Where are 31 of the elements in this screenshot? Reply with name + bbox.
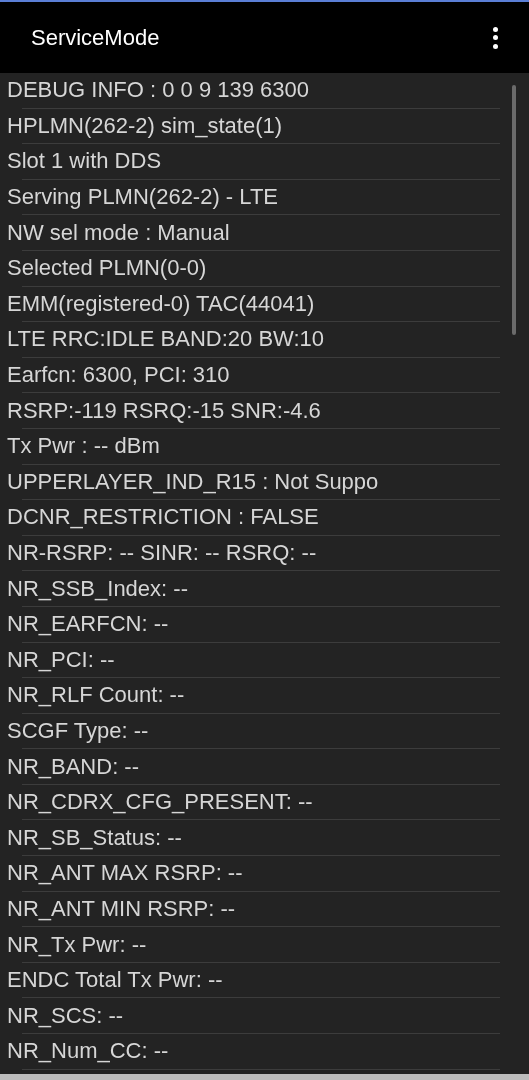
info-line: NR_CDRX_CFG_PRESENT: -- <box>7 791 313 814</box>
info-line: NR_BAND: -- <box>7 755 139 778</box>
more-options-icon[interactable] <box>491 26 499 49</box>
info-line: SCGF Type: -- <box>7 720 149 742</box>
info-line: Serving PLMN(262-2) - LTE <box>7 186 278 209</box>
info-line: Slot 1 with DDS <box>7 150 162 173</box>
info-line: NR-RSRP: -- SINR: -- RSRQ: -- <box>7 542 317 564</box>
info-line: NR_Num_CC: -- <box>7 1040 169 1063</box>
info-line: NR_PCI: -- <box>7 648 115 671</box>
info-line: NR_SSB_Index: -- <box>7 577 188 600</box>
info-line: NR_SB_Status: -- <box>7 826 182 849</box>
info-line: Selected PLMN(0-0) <box>7 257 207 280</box>
info-line: HPLMN(262-2) sim_state(1) <box>7 114 283 137</box>
info-line: Tx Pwr : -- dBm <box>7 435 160 458</box>
info-line: UPPERLAYER_IND_R15 : Not Suppo <box>7 470 379 493</box>
info-line: DEBUG INFO : 0 0 9 139 6300 <box>7 79 310 102</box>
info-line: EMM(registered-0) TAC(44041) <box>7 292 315 315</box>
info-line: NR_Tx Pwr: -- <box>7 933 147 956</box>
info-line: ENDC Total Tx Pwr: -- <box>7 969 223 992</box>
info-line: NR_SCS: -- <box>7 1004 124 1027</box>
info-line: Earfcn: 6300, PCI: 310 <box>7 364 230 387</box>
info-line: NR_RLF Count: -- <box>7 684 185 707</box>
info-line: NR_EARFCN: -- <box>7 613 169 636</box>
info-line: NR_ANT MIN RSRP: -- <box>7 897 236 920</box>
info-line: LTE RRC:IDLE BAND:20 BW:10 <box>7 328 325 351</box>
app-title: ServiceMode <box>31 24 160 52</box>
info-line: NR_ANT MAX RSRP: -- <box>7 862 243 885</box>
info-line: DCNR_RESTRICTION : FALSE <box>7 506 319 529</box>
scrollbar[interactable] <box>512 85 516 335</box>
info-line: NW sel mode : Manual <box>7 221 230 244</box>
info-line: RSRP:-119 RSRQ:-15 SNR:-4.6 <box>7 399 321 422</box>
